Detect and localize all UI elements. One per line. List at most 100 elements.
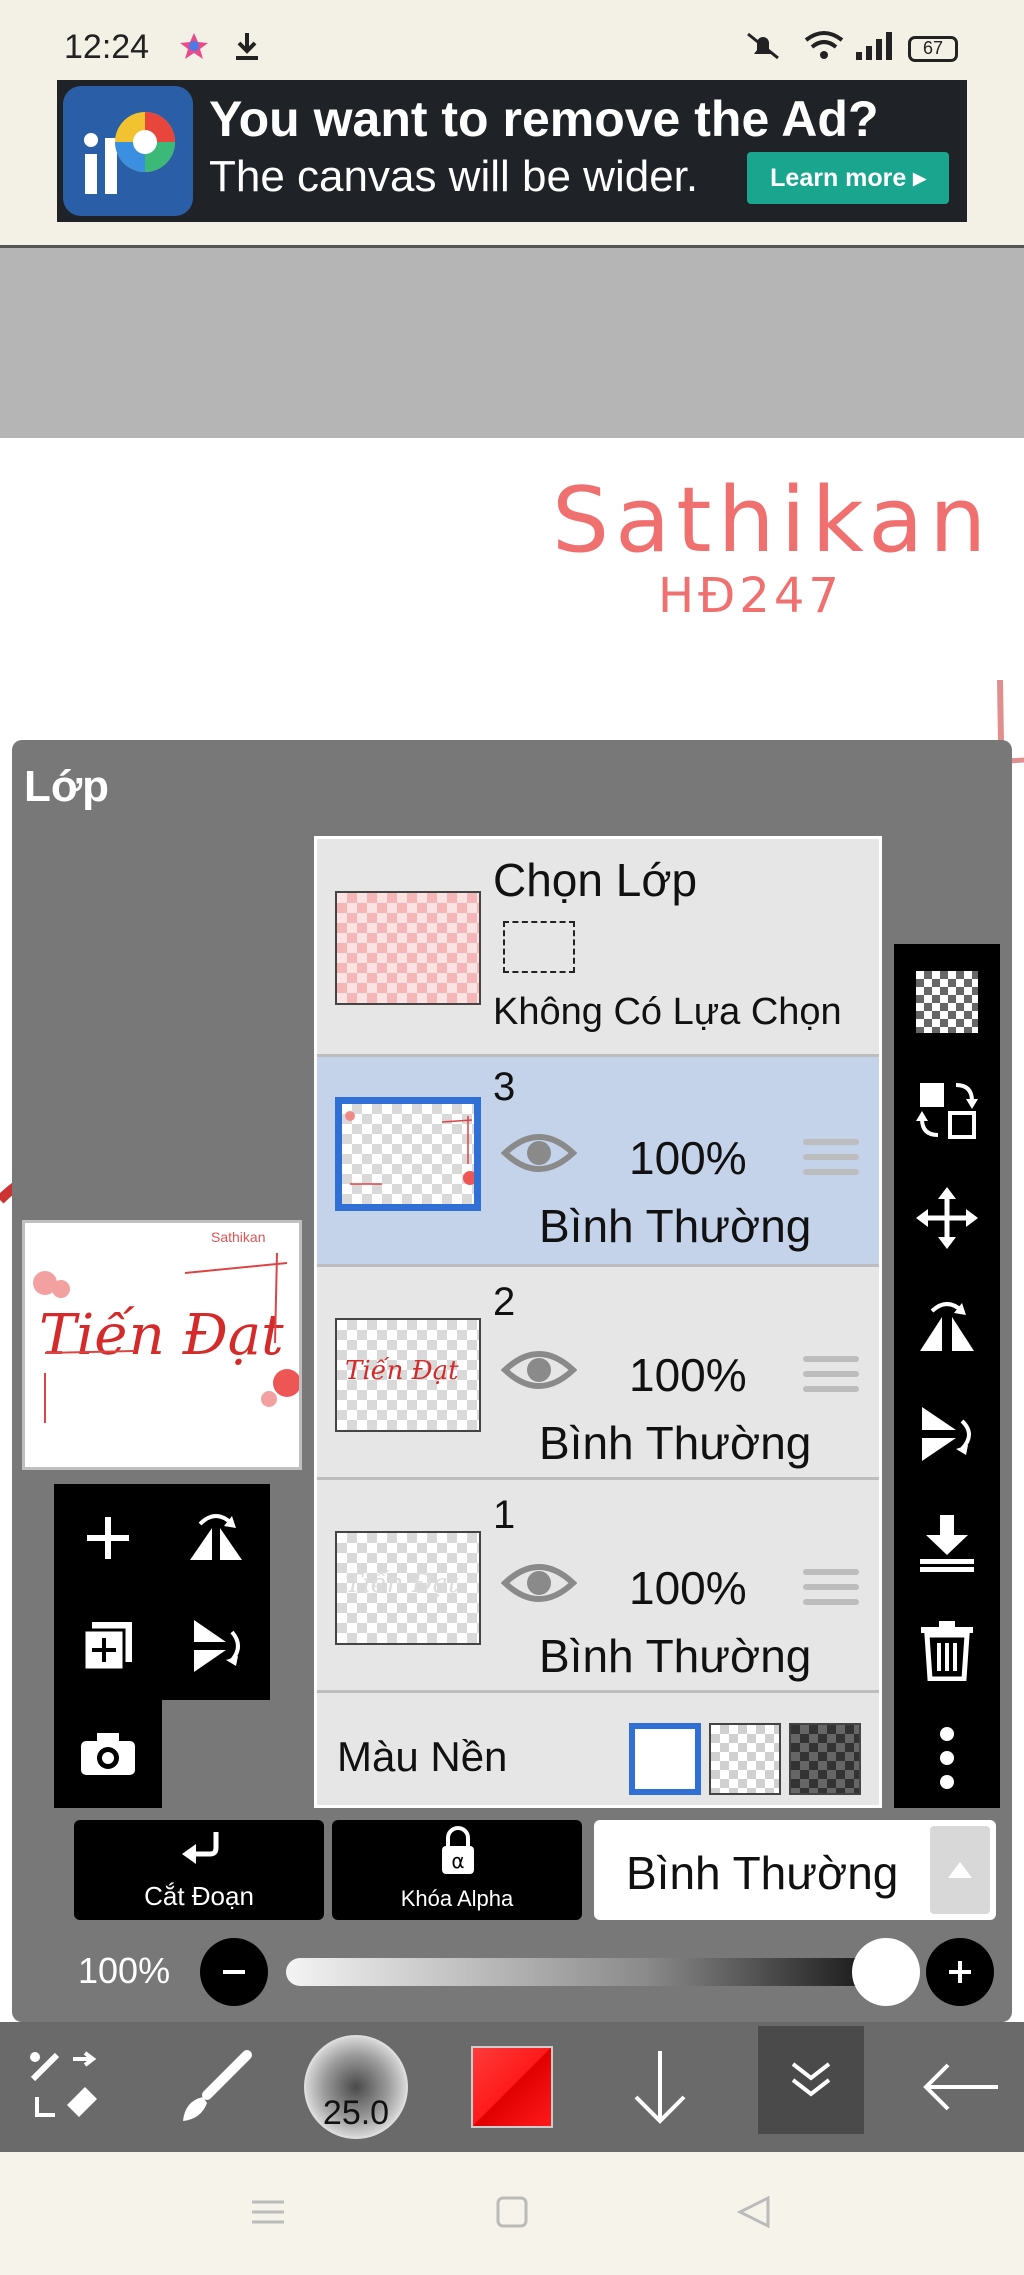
ad-banner-area: You want to remove the Ad? The canvas wi… — [0, 80, 1024, 248]
background-color-row: Màu Nền — [317, 1705, 879, 1805]
layer-drag-handle[interactable] — [803, 1569, 859, 1614]
trash-icon — [921, 1621, 973, 1681]
layer-row-2[interactable]: Tiến Đạt 2 100% Bình Thường — [317, 1270, 879, 1480]
alpha-lock-button[interactable]: α Khóa Alpha — [332, 1820, 582, 1920]
alpha-lock-label: Khóa Alpha — [400, 1886, 514, 1911]
move-layer-button[interactable] — [894, 1164, 1000, 1272]
learn-more-button[interactable]: Learn more ▸ — [747, 152, 949, 204]
move-icon — [916, 1187, 978, 1249]
color-picker-button[interactable] — [462, 2022, 562, 2152]
layer-row-1[interactable]: Tiến Đạt 1 100% Bình Thường — [317, 1483, 879, 1693]
clipping-button[interactable]: Cắt Đoạn — [74, 1820, 324, 1920]
layer-opacity: 100% — [629, 1562, 747, 1614]
right-layer-tools — [894, 944, 1000, 1808]
transform-tool-button[interactable] — [10, 2022, 120, 2152]
battery-level: 67 — [922, 38, 944, 58]
duplicate-layer-button[interactable] — [54, 1592, 162, 1700]
layer-row-3[interactable]: 3 100% Bình Thường — [317, 1057, 879, 1267]
layer-list: Chọn Lớp Không Có Lựa Chọn 3 100% Bình T… — [314, 836, 882, 1808]
visibility-eye-icon[interactable] — [501, 1559, 577, 1607]
status-time: 12:24 — [64, 28, 150, 66]
selection-layer-title: Chọn Lớp — [493, 854, 698, 906]
canvas-margin — [0, 248, 1024, 438]
transform-eraser-icon — [30, 2051, 97, 2117]
clipping-label: Cắt Đoạn — [144, 1881, 254, 1911]
plus-icon — [949, 1961, 971, 1983]
selection-layer-thumbnail — [335, 891, 481, 1005]
background-white-swatch[interactable] — [629, 1723, 701, 1795]
system-back-icon[interactable] — [736, 2194, 772, 2230]
flip-horizontal-icon — [920, 1302, 974, 1351]
selection-layer-row[interactable]: Chọn Lớp Không Có Lựa Chọn — [317, 839, 879, 1057]
background-dark-swatch[interactable] — [789, 1723, 861, 1795]
brush-size-button[interactable]: 25.0 — [296, 2022, 416, 2152]
more-vertical-icon — [940, 1727, 954, 1789]
battery-icon: 67 — [908, 36, 958, 62]
double-chevron-down-icon — [791, 2062, 831, 2097]
background-transparent-swatch[interactable] — [709, 1723, 781, 1795]
blend-mode-select[interactable]: Bình Thường — [594, 1820, 996, 1920]
brush-icon — [183, 2050, 252, 2121]
flip-vertical-icon — [194, 1620, 240, 1672]
layer-1-thumbnail-text: Tiến Đạt — [345, 1569, 459, 1599]
layer-opacity: 100% — [629, 1349, 747, 1401]
flip-layer-horizontal-button[interactable] — [162, 1484, 270, 1592]
ad-subtitle: The canvas will be wider. — [209, 152, 699, 201]
clear-layer-button[interactable] — [894, 948, 1000, 1056]
arrow-down-icon — [634, 2051, 686, 2124]
recent-apps-icon[interactable] — [250, 2194, 286, 2230]
layer-drag-handle[interactable] — [803, 1356, 859, 1401]
layer-panel-toggle-button[interactable] — [758, 2026, 864, 2134]
opacity-slider[interactable] — [286, 1958, 886, 1986]
visibility-eye-icon[interactable] — [501, 1129, 577, 1177]
visibility-eye-icon[interactable] — [501, 1346, 577, 1394]
system-nav-bar — [0, 2152, 1024, 2275]
wifi-icon — [804, 31, 844, 59]
back-button[interactable] — [906, 2022, 1016, 2152]
layer-down-button[interactable] — [610, 2022, 710, 2152]
current-color-swatch — [471, 2046, 553, 2128]
opacity-increase-button[interactable] — [926, 1938, 994, 2006]
transparency-icon — [916, 971, 978, 1033]
blend-mode-value: Bình Thường — [626, 1847, 899, 1899]
canvas-watermark-name: Sathikan — [552, 468, 993, 573]
clipping-arrow-icon — [182, 1832, 219, 1864]
layer-blend-mode: Bình Thường — [539, 1200, 812, 1252]
import-photo-button[interactable] — [54, 1700, 162, 1808]
layer-panel-title: Lớp — [24, 762, 110, 811]
layer-opacity: 100% — [629, 1132, 747, 1184]
layer-2-thumbnail: Tiến Đạt — [335, 1318, 481, 1432]
layer-number: 3 — [493, 1065, 516, 1109]
canvas-preview[interactable]: Sathikan Tiến Đạt — [22, 1220, 302, 1470]
duplicate-icon — [82, 1622, 132, 1672]
layer-drag-handle[interactable] — [803, 1139, 859, 1184]
flip-vertical-icon — [922, 1407, 971, 1461]
bottom-toolbar: 25.0 — [0, 2022, 1024, 2152]
layer-2-thumbnail-text: Tiến Đạt — [345, 1356, 459, 1386]
layer-blend-mode: Bình Thường — [539, 1417, 812, 1469]
ibispaint-logo — [63, 86, 193, 216]
opacity-slider-knob[interactable] — [852, 1938, 920, 2006]
background-color-label: Màu Nền — [337, 1733, 508, 1780]
flip-layer-vertical-button[interactable] — [162, 1592, 270, 1700]
brush-tool-button[interactable] — [160, 2022, 270, 2152]
flip-canvas-vertical-button[interactable] — [894, 1380, 1000, 1488]
app-notification-icon — [180, 33, 208, 59]
merge-down-button[interactable] — [894, 1488, 1000, 1596]
flip-horizontal-icon — [190, 1514, 242, 1560]
minus-icon — [223, 1970, 245, 1974]
delete-layer-button[interactable] — [894, 1596, 1000, 1704]
plus-icon — [87, 1517, 129, 1559]
layer-3-thumbnail — [335, 1097, 481, 1211]
ad-title: You want to remove the Ad? — [209, 91, 879, 147]
flip-canvas-horizontal-button[interactable] — [894, 1272, 1000, 1380]
camera-icon — [81, 1733, 135, 1775]
marquee-selection-icon — [503, 921, 575, 973]
ad-banner[interactable]: You want to remove the Ad? The canvas wi… — [57, 80, 967, 222]
home-icon[interactable] — [494, 2194, 530, 2230]
layer-1-thumbnail: Tiến Đạt — [335, 1531, 481, 1645]
opacity-decrease-button[interactable] — [200, 1938, 268, 2006]
layer-transfer-button[interactable] — [894, 1056, 1000, 1164]
more-options-button[interactable] — [894, 1704, 1000, 1812]
add-layer-button[interactable] — [54, 1484, 162, 1592]
